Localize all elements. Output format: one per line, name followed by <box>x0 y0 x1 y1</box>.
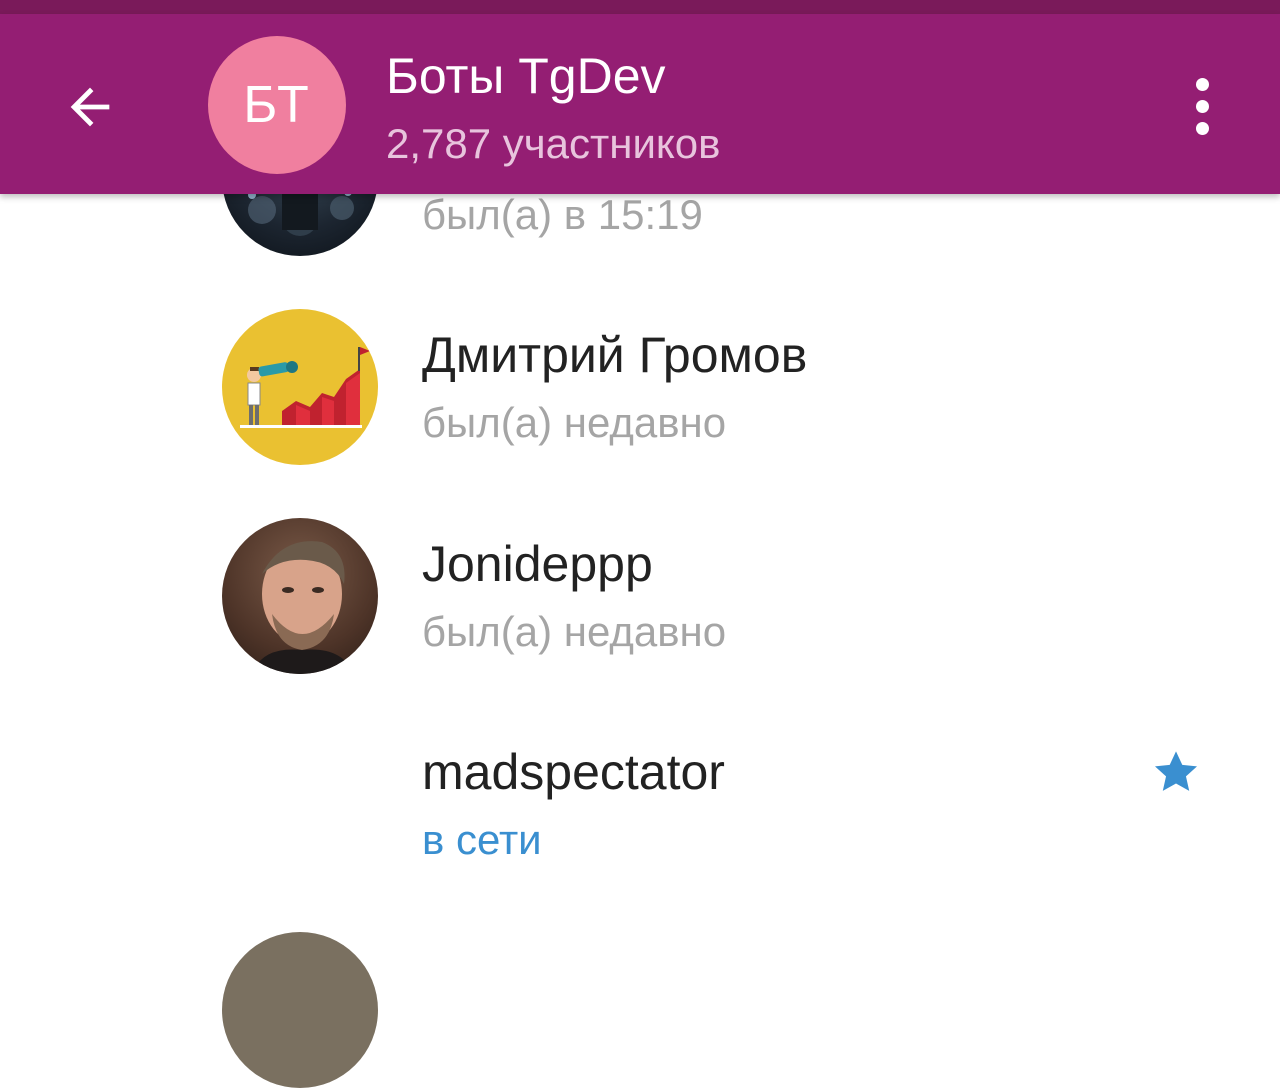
list-item-member[interactable]: madspectator в сети <box>0 726 1280 934</box>
member-avatar <box>222 932 378 1088</box>
list-item-member[interactable]: Jonideppp был(а) недавно <box>0 518 1280 726</box>
app-header: БТ Боты TgDev 2,787 участников <box>0 14 1280 194</box>
list-item-member[interactable]: Дмитрий Громов был(а) недавно <box>0 309 1280 517</box>
more-vertical-icon[interactable] <box>1172 70 1232 142</box>
member-name: Дмитрий Громов <box>422 327 808 383</box>
chat-title[interactable]: Боты TgDev <box>386 46 666 106</box>
man-photo <box>252 541 354 674</box>
member-status: в сети <box>422 816 542 863</box>
back-button[interactable] <box>55 72 125 142</box>
group-avatar-initials: БТ <box>243 76 311 134</box>
member-count: 2,787 участников <box>386 120 721 167</box>
member-status: был(а) в 15:19 <box>422 191 703 238</box>
member-status: был(а) недавно <box>422 399 727 446</box>
member-name: madspectator <box>422 744 725 800</box>
group-avatar[interactable]: БТ <box>208 36 346 174</box>
arrow-left-icon <box>70 87 110 127</box>
member-avatar <box>222 518 378 674</box>
member-avatar <box>222 309 378 465</box>
telescope-chart-illustration <box>240 347 370 428</box>
star-icon <box>1150 746 1202 798</box>
member-status: был(а) недавно <box>422 608 727 655</box>
member-name: Jonideppp <box>422 536 653 592</box>
